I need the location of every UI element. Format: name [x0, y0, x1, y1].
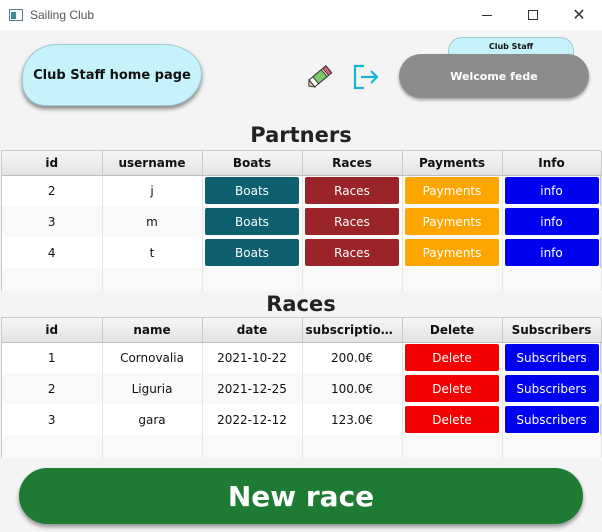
subscribers-button[interactable]: Subscribers [504, 344, 599, 372]
info-button[interactable]: info [504, 239, 599, 266]
race-id: 3 [2, 404, 103, 435]
race-date: 2021-12-25 [202, 373, 303, 404]
race-name: gara [102, 404, 203, 435]
race-id: 2 [2, 373, 103, 404]
minimize-button[interactable] [464, 0, 510, 30]
races-button[interactable]: Races [305, 177, 399, 205]
races-button[interactable]: Races [305, 239, 399, 266]
partner-id: 4 [2, 237, 103, 268]
window-title: Sailing Club [30, 8, 95, 22]
boats-button[interactable]: Boats [205, 208, 299, 235]
races-table: id name date subscription p... Delete Su… [1, 317, 602, 458]
table-row[interactable]: 2 j Boats Races Payments info [2, 175, 602, 206]
column-header[interactable]: name [102, 318, 203, 343]
table-row[interactable]: 1 Cornovalia 2021-10-22 200.0€ Delete Su… [2, 342, 602, 373]
partner-username: m [102, 206, 203, 237]
race-date: 2021-10-22 [202, 342, 303, 373]
close-icon: ✕ [572, 5, 586, 24]
maximize-icon [528, 10, 538, 20]
column-header[interactable]: id [2, 151, 103, 176]
partner-username: t [102, 237, 203, 268]
boats-button[interactable]: Boats [205, 239, 299, 266]
empty-row [2, 268, 602, 291]
table-row[interactable]: 4 t Boats Races Payments info [2, 237, 602, 268]
column-header[interactable]: Subscribers [502, 318, 602, 343]
logout-icon[interactable] [350, 62, 380, 92]
delete-button[interactable]: Delete [405, 344, 499, 372]
column-header[interactable]: id [2, 318, 103, 343]
payments-button[interactable]: Payments [405, 208, 499, 235]
column-header[interactable]: date [202, 318, 303, 343]
app-icon [9, 9, 23, 21]
column-header[interactable]: Info [502, 151, 602, 176]
subscribers-button[interactable]: Subscribers [504, 406, 599, 433]
races-button[interactable]: Races [305, 208, 399, 235]
partners-title: Partners [250, 123, 352, 147]
column-header[interactable]: Races [302, 151, 403, 176]
race-price: 123.0€ [302, 404, 403, 435]
empty-row [2, 435, 602, 458]
edit-profile-icon[interactable] [305, 63, 335, 89]
table-header-row: id name date subscription p... Delete Su… [2, 318, 602, 343]
info-button[interactable]: info [504, 177, 599, 205]
column-header[interactable]: Delete [402, 318, 503, 343]
race-price: 100.0€ [302, 373, 403, 404]
partners-table: id username Boats Races Payments Info 2 … [1, 150, 602, 291]
subscribers-button[interactable]: Subscribers [504, 375, 599, 402]
delete-button[interactable]: Delete [405, 375, 499, 402]
home-page-button[interactable]: Club Staff home page [22, 44, 202, 106]
close-button[interactable]: ✕ [556, 0, 602, 30]
minimize-icon [482, 14, 492, 16]
main-content: Club Staff home page Club Staff Welcome … [0, 30, 602, 532]
table-header-row: id username Boats Races Payments Info [2, 151, 602, 176]
maximize-button[interactable] [510, 0, 556, 30]
table-row[interactable]: 3 m Boats Races Payments info [2, 206, 602, 237]
race-date: 2022-12-12 [202, 404, 303, 435]
column-header[interactable]: subscription p... [302, 318, 403, 343]
race-name: Liguria [102, 373, 203, 404]
partner-username: j [102, 175, 203, 206]
races-title: Races [266, 292, 336, 316]
table-row[interactable]: 2 Liguria 2021-12-25 100.0€ Delete Subsc… [2, 373, 602, 404]
payments-button[interactable]: Payments [405, 239, 499, 266]
race-price: 200.0€ [302, 342, 403, 373]
column-header[interactable]: Boats [202, 151, 303, 176]
payments-button[interactable]: Payments [405, 177, 499, 205]
title-bar: Sailing Club ✕ [0, 0, 602, 30]
new-race-button[interactable]: New race [19, 468, 583, 524]
race-id: 1 [2, 342, 103, 373]
partner-id: 3 [2, 206, 103, 237]
boats-button[interactable]: Boats [205, 177, 299, 205]
delete-button[interactable]: Delete [405, 406, 499, 433]
partner-id: 2 [2, 175, 103, 206]
info-button[interactable]: info [504, 208, 599, 235]
table-row[interactable]: 3 gara 2022-12-12 123.0€ Delete Subscrib… [2, 404, 602, 435]
welcome-user: Welcome fede [399, 54, 589, 98]
race-name: Cornovalia [102, 342, 203, 373]
column-header[interactable]: username [102, 151, 203, 176]
column-header[interactable]: Payments [402, 151, 503, 176]
